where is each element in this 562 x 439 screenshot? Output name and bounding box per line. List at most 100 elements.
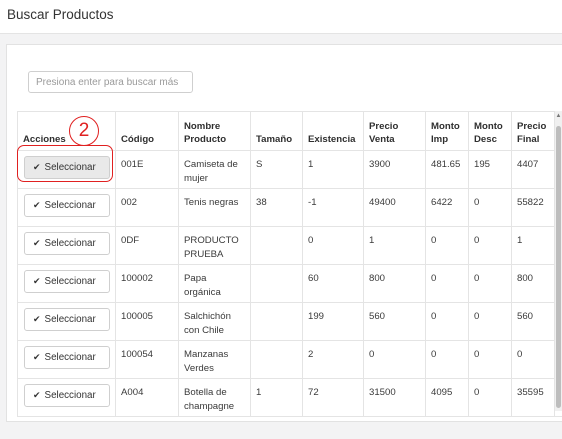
check-icon: ✔ bbox=[33, 162, 41, 172]
cell-codigo: 100054 bbox=[115, 340, 179, 379]
cell-monto-desc: 195 bbox=[468, 150, 512, 189]
cell-precio-venta: 560 bbox=[363, 302, 426, 341]
cell-acciones: ✔ Seleccionar bbox=[17, 302, 116, 341]
cell-tamano bbox=[250, 302, 303, 341]
check-icon: ✔ bbox=[33, 200, 41, 210]
cell-tamano bbox=[250, 226, 303, 265]
cell-monto-desc: 0 bbox=[468, 226, 512, 265]
cell-precio-venta: 3900 bbox=[363, 150, 426, 189]
cell-existencia: 1 bbox=[302, 150, 364, 189]
page-header: Buscar Productos bbox=[0, 0, 562, 34]
cell-tamano: S bbox=[250, 150, 303, 189]
check-icon: ✔ bbox=[33, 352, 41, 362]
page-title: Buscar Productos bbox=[7, 7, 114, 22]
cell-monto-desc: 0 bbox=[468, 378, 512, 417]
cell-monto-desc: 0 bbox=[468, 302, 512, 341]
cell-monto-imp: 4095 bbox=[425, 378, 469, 417]
scrollbar-thumb[interactable] bbox=[556, 126, 561, 408]
cell-monto-imp: 481.65 bbox=[425, 150, 469, 189]
cell-existencia: 2 bbox=[302, 340, 364, 379]
cell-codigo: 100002 bbox=[115, 264, 179, 303]
cell-acciones: ✔ Seleccionar bbox=[17, 188, 116, 227]
cell-monto-desc: 0 bbox=[468, 188, 512, 227]
table-row: ✔ Seleccionar 001E Camiseta de mujer S 1 3900 4… bbox=[17, 150, 562, 189]
check-icon: ✔ bbox=[33, 390, 41, 400]
table-row: ✔ Seleccionar 002 Tenis negras 38 -1 49400 6422… bbox=[17, 188, 562, 227]
cell-tamano: 38 bbox=[250, 188, 303, 227]
select-product-button[interactable]: ✔ Seleccionar bbox=[24, 270, 110, 293]
cell-existencia: -1 bbox=[302, 188, 364, 227]
products-table: Acciones Código Nombre Producto Tamaño E… bbox=[17, 111, 562, 417]
col-header-tamano[interactable]: Tamaño bbox=[250, 111, 303, 151]
col-header-existencia[interactable]: Existencia bbox=[302, 111, 364, 151]
cell-existencia: 199 bbox=[302, 302, 364, 341]
col-header-precio-final[interactable]: Precio Final bbox=[511, 111, 555, 151]
cell-acciones: ✔ Seleccionar bbox=[17, 264, 116, 303]
cell-precio-venta: 49400 bbox=[363, 188, 426, 227]
cell-precio-final: 0 bbox=[511, 340, 555, 379]
cell-nombre: Botella de champagne bbox=[178, 378, 251, 417]
cell-nombre: Camiseta de mujer bbox=[178, 150, 251, 189]
col-header-codigo[interactable]: Código bbox=[115, 111, 179, 151]
cell-precio-final: 560 bbox=[511, 302, 555, 341]
cell-precio-venta: 800 bbox=[363, 264, 426, 303]
cell-monto-imp: 0 bbox=[425, 264, 469, 303]
select-product-button[interactable]: ✔ Seleccionar bbox=[24, 232, 110, 255]
cell-codigo: 0DF bbox=[115, 226, 179, 265]
cell-precio-final: 55822 bbox=[511, 188, 555, 227]
col-header-acciones[interactable]: Acciones bbox=[17, 111, 116, 151]
cell-precio-venta: 31500 bbox=[363, 378, 426, 417]
col-header-monto-desc[interactable]: Monto Desc bbox=[468, 111, 512, 151]
table-row: ✔ Seleccionar 100054 Manzanas Verdes 2 0 0 0 0 bbox=[17, 340, 562, 379]
cell-codigo: 001E bbox=[115, 150, 179, 189]
cell-monto-desc: 0 bbox=[468, 264, 512, 303]
cell-nombre: Papa orgánica bbox=[178, 264, 251, 303]
cell-nombre: PRODUCTO PRUEBA bbox=[178, 226, 251, 265]
products-table-wrapper: Acciones Código Nombre Producto Tamaño E… bbox=[17, 111, 562, 421]
cell-precio-final: 35595 bbox=[511, 378, 555, 417]
cell-tamano bbox=[250, 264, 303, 303]
select-button-label: Seleccionar bbox=[44, 314, 96, 325]
col-header-monto-imp[interactable]: Monto Imp bbox=[425, 111, 469, 151]
cell-existencia: 60 bbox=[302, 264, 364, 303]
cell-precio-final: 4407 bbox=[511, 150, 555, 189]
search-input[interactable] bbox=[28, 71, 193, 93]
table-row: ✔ Seleccionar 100005 Salchichón con Chile 19… bbox=[17, 302, 562, 341]
select-button-label: Seleccionar bbox=[44, 276, 96, 287]
cell-existencia: 72 bbox=[302, 378, 364, 417]
cell-monto-imp: 6422 bbox=[425, 188, 469, 227]
cell-acciones: ✔ Seleccionar bbox=[17, 150, 116, 189]
select-button-label: Seleccionar bbox=[44, 390, 96, 401]
select-button-label: Seleccionar bbox=[44, 162, 96, 173]
select-product-button[interactable]: ✔ Seleccionar bbox=[24, 346, 110, 369]
cell-monto-imp: 0 bbox=[425, 340, 469, 379]
select-button-label: Seleccionar bbox=[44, 238, 96, 249]
table-row: ✔ Seleccionar A004 Botella de champagne 1 72 3… bbox=[17, 378, 562, 417]
cell-codigo: 002 bbox=[115, 188, 179, 227]
select-product-button[interactable]: ✔ Seleccionar bbox=[24, 384, 110, 407]
check-icon: ✔ bbox=[33, 314, 41, 324]
cell-precio-venta: 0 bbox=[363, 340, 426, 379]
cell-acciones: ✔ Seleccionar bbox=[17, 378, 116, 417]
cell-nombre: Tenis negras bbox=[178, 188, 251, 227]
scroll-up-arrow-icon[interactable]: ▲ bbox=[555, 113, 562, 119]
select-product-button[interactable]: ✔ Seleccionar bbox=[24, 308, 110, 331]
table-header-row: Acciones Código Nombre Producto Tamaño E… bbox=[17, 111, 562, 151]
cell-precio-venta: 1 bbox=[363, 226, 426, 265]
product-search-panel: Acciones Código Nombre Producto Tamaño E… bbox=[6, 44, 562, 422]
table-row: ✔ Seleccionar 100002 Papa orgánica 60 800 0 0 80… bbox=[17, 264, 562, 303]
cell-tamano: 1 bbox=[250, 378, 303, 417]
cell-precio-final: 800 bbox=[511, 264, 555, 303]
select-product-button[interactable]: ✔ Seleccionar bbox=[24, 194, 110, 217]
col-header-precio-venta[interactable]: Precio Venta bbox=[363, 111, 426, 151]
annotation-step-number: 2 bbox=[69, 116, 99, 146]
cell-monto-desc: 0 bbox=[468, 340, 512, 379]
select-product-button[interactable]: ✔ Seleccionar bbox=[24, 156, 110, 179]
check-icon: ✔ bbox=[33, 276, 41, 286]
cell-existencia: 0 bbox=[302, 226, 364, 265]
cell-acciones: ✔ Seleccionar bbox=[17, 340, 116, 379]
check-icon: ✔ bbox=[33, 238, 41, 248]
cell-nombre: Manzanas Verdes bbox=[178, 340, 251, 379]
col-header-nombre[interactable]: Nombre Producto bbox=[178, 111, 251, 151]
cell-codigo: 100005 bbox=[115, 302, 179, 341]
